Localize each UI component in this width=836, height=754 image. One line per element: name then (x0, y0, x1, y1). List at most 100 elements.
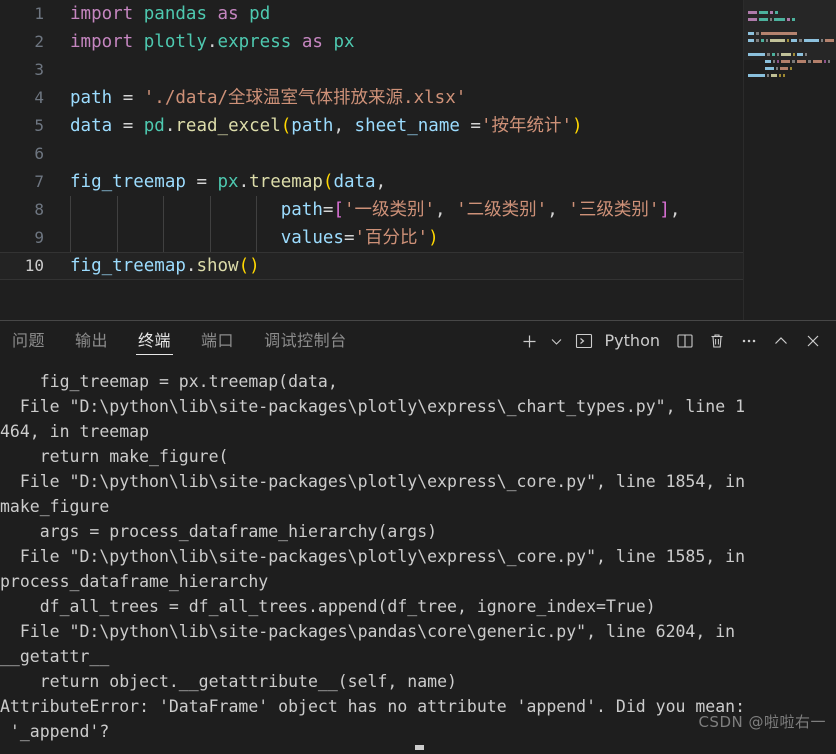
code-token: = (459, 116, 481, 136)
code-token: = (185, 172, 218, 192)
line-number: 4 (34, 88, 44, 107)
code-token: . (164, 116, 176, 136)
minimap-token (770, 74, 777, 77)
code-line[interactable]: 5 data = pd.read_excel(path, sheet_name =… (0, 112, 836, 140)
code-token: '一级类别' (343, 200, 436, 220)
code-text: path = './data/全球温室气体排放来源.xlsx' (70, 84, 466, 112)
terminal-line: 464, in treemap (0, 422, 150, 441)
code-token: '百分比' (354, 228, 429, 248)
editor-code-area[interactable]: 1 import pandas as pd 2 import plotly.expre… (0, 0, 836, 320)
code-text: fig_treemap = px.treemap(data, (70, 168, 386, 196)
code-token: '按年统计' (480, 116, 573, 136)
trash-icon[interactable] (702, 326, 732, 356)
code-token: treemap (249, 172, 323, 192)
code-token: = (322, 200, 334, 220)
code-line[interactable]: 6 (0, 140, 836, 168)
chevron-up-icon[interactable] (766, 326, 796, 356)
code-token: data (70, 116, 113, 136)
code-token: pandas (143, 4, 207, 24)
code-line[interactable]: 1 import pandas as pd (0, 0, 836, 28)
terminal-name-label[interactable]: Python (601, 321, 668, 361)
code-token: pd (249, 4, 271, 24)
terminal-line: args = process_dataframe_hierarchy(args) (0, 522, 438, 541)
terminal-line: return make_figure( (0, 447, 229, 466)
minimap-token (780, 67, 788, 70)
panel-header: 问题 输出 终端 端口 调试控制台 Python (0, 321, 836, 361)
code-text: path=['一级类别', '二级类别', '三级类别'], (70, 196, 681, 224)
code-token: './data/全球温室气体排放来源.xlsx' (143, 88, 467, 108)
terminal-line: process_dataframe_hierarchy (0, 572, 269, 591)
panel-tab-1[interactable]: 输出 (65, 321, 118, 361)
code-token: as (301, 32, 323, 52)
code-token: express (217, 32, 292, 52)
minimap-token (778, 74, 781, 77)
close-icon[interactable] (798, 326, 828, 356)
panel-tab-list: 问题 输出 终端 端口 调试控制台 (0, 321, 367, 361)
code-line[interactable]: 10 fig_treemap.show() (0, 252, 836, 280)
code-text: values='百分比') (70, 224, 439, 252)
code-line[interactable]: 8 path=['一级类别', '二级类别', '三级类别'], (0, 196, 836, 224)
code-line[interactable]: 7 fig_treemap = px.treemap(data, (0, 168, 836, 196)
code-token: data (333, 172, 376, 192)
code-token: plotly (143, 32, 207, 52)
code-token: ( (322, 172, 334, 192)
line-number: 6 (34, 144, 44, 163)
terminal-line: File "D:\python\lib\site-packages\pandas… (0, 622, 736, 641)
panel-tab-4[interactable]: 调试控制台 (254, 321, 357, 361)
code-token: . (206, 32, 218, 52)
code-line[interactable]: 3 (0, 56, 836, 84)
ellipsis-icon[interactable] (734, 326, 764, 356)
code-line[interactable]: 4 path = './data/全球温室气体排放来源.xlsx' (0, 84, 836, 112)
panel-tab-label: 问题 (12, 331, 46, 350)
minimap-token (797, 60, 806, 63)
line-number: 10 (24, 256, 44, 275)
code-token: ) (249, 256, 260, 276)
minimap-token (777, 60, 779, 63)
panel-tab-label: 调试控制台 (264, 331, 347, 350)
code-token: px (333, 32, 355, 52)
chevron-down-icon[interactable] (547, 326, 567, 356)
terminal-output[interactable]: fig_treemap = px.treemap(data, File "D:\… (0, 361, 836, 754)
panel-tab-2[interactable]: 终端 (128, 321, 181, 361)
minimap-token (828, 60, 830, 63)
new-terminal-button[interactable] (515, 326, 545, 356)
panel-tab-0[interactable]: 问题 (2, 321, 55, 361)
terminal-prompt-icon[interactable] (569, 326, 599, 356)
code-line[interactable]: 9 values='百分比') (0, 224, 836, 252)
panel-tab-3[interactable]: 端口 (191, 321, 244, 361)
code-editor[interactable]: 1 import pandas as pd 2 import plotly.expre… (0, 0, 836, 320)
minimap-slider[interactable] (744, 0, 836, 60)
line-number: 9 (34, 228, 44, 247)
code-token: path (280, 200, 323, 220)
code-token: ( (280, 116, 292, 136)
terminal-line: File "D:\python\lib\site-packages\plotly… (0, 547, 746, 566)
line-number: 3 (34, 60, 44, 79)
code-token: ] (659, 200, 670, 220)
code-token: ( (238, 256, 250, 276)
code-token: import (70, 4, 134, 24)
minimap-token (813, 60, 822, 63)
code-token: = (112, 88, 144, 108)
editor-minimap[interactable] (744, 0, 836, 320)
terminal-line: File "D:\python\lib\site-packages\plotly… (0, 472, 746, 491)
panel-action-bar: Python (515, 321, 828, 361)
minimap-token (781, 60, 790, 63)
minimap-token (765, 60, 771, 63)
code-token: ) (572, 116, 583, 136)
code-token: = (343, 228, 355, 248)
minimap-token (792, 60, 795, 63)
code-token: pd (143, 116, 165, 136)
terminal-line: __getattr__ (0, 647, 110, 666)
split-editor-icon[interactable] (670, 326, 700, 356)
code-token: path (70, 88, 113, 108)
code-line[interactable]: 2 import plotly.express as px (0, 28, 836, 56)
minimap-token (748, 74, 765, 77)
panel-tab-label: 终端 (138, 331, 172, 350)
code-token: show (196, 256, 239, 276)
